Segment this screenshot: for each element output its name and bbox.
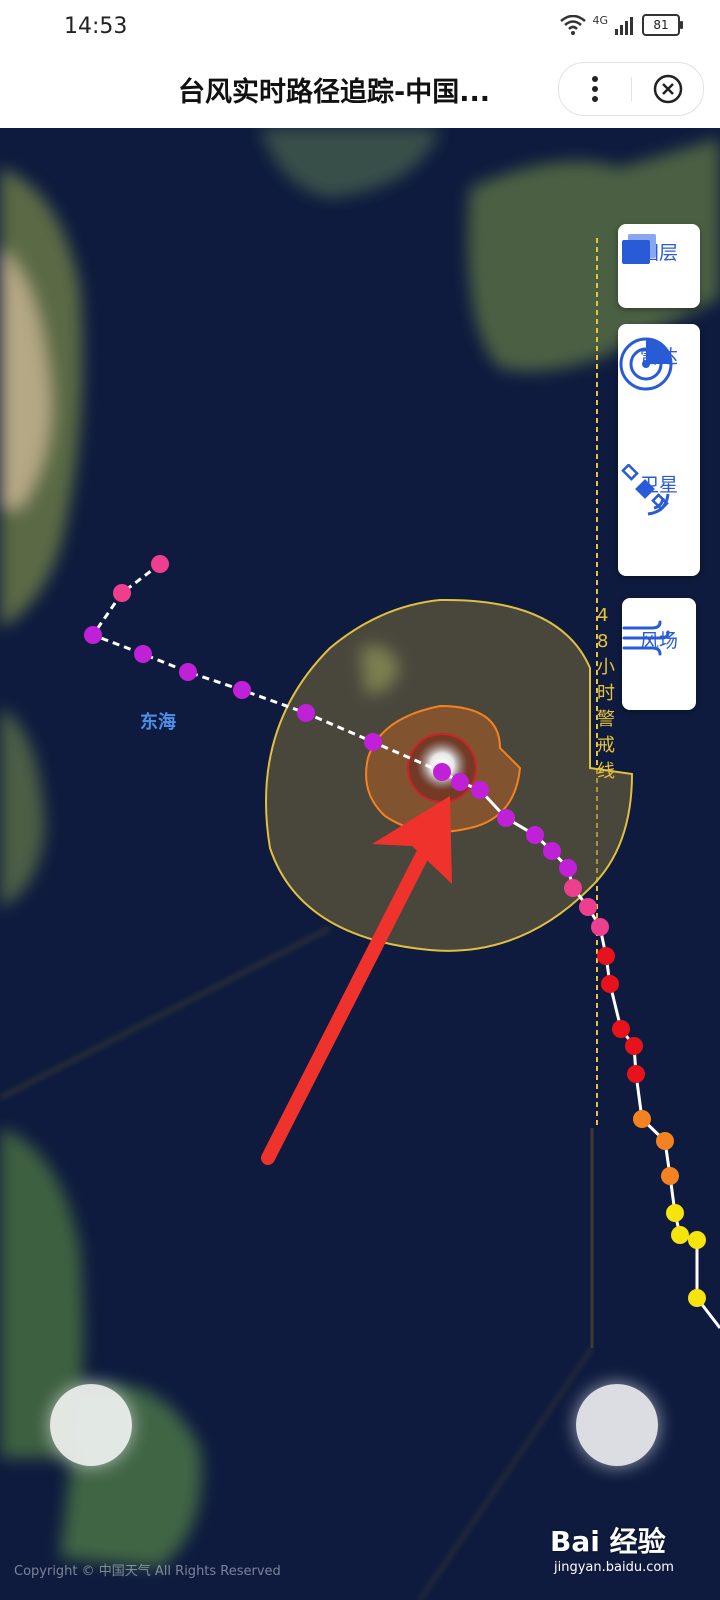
sea-label: 东海 xyxy=(140,712,176,733)
more-button[interactable] xyxy=(559,63,631,115)
status-bar: 14:53 4G 81 xyxy=(0,0,720,52)
close-button[interactable] xyxy=(632,63,703,115)
battery-indicator: 81 xyxy=(642,14,683,36)
wind-icon xyxy=(622,620,670,656)
close-circle-icon xyxy=(653,74,682,104)
network-type: 4G xyxy=(592,13,608,27)
status-time: 14:53 xyxy=(64,14,128,39)
map-copyright: Copyright © 中国天气 All Rights Reserved xyxy=(14,1564,281,1579)
more-dots-icon xyxy=(592,76,598,102)
signal-icon xyxy=(615,17,633,35)
layers-icon xyxy=(622,234,656,264)
watermark-main: Bai 经验 xyxy=(550,1525,666,1558)
tool-radar[interactable]: 雷达 xyxy=(618,336,700,391)
status-icons: 4G 81 xyxy=(560,12,683,38)
tool-wind[interactable]: 风场 xyxy=(622,620,696,656)
tool-layers[interactable]: 图层 xyxy=(618,232,700,265)
baidu-jingyan-watermark: Bai 经验 jingyan.baidu.com xyxy=(550,1520,674,1575)
page-title: 台风实时路径追踪-中国... xyxy=(178,77,490,108)
title-bar: 台风实时路径追踪-中国... xyxy=(0,52,720,128)
current-position-point[interactable] xyxy=(433,763,451,781)
wifi-icon xyxy=(560,15,587,35)
tool-satellite[interactable]: 卫星 xyxy=(618,464,700,516)
radar-satellite-panel: 雷达 卫星 xyxy=(618,324,700,576)
map-canvas[interactable] xyxy=(0,128,720,1600)
miniprogram-capsule xyxy=(558,62,704,116)
legend-button[interactable] xyxy=(576,1384,658,1466)
watermark-sub: jingyan.baidu.com xyxy=(554,1560,674,1575)
layers-panel: 图层 xyxy=(618,224,700,308)
radar-icon xyxy=(619,337,673,391)
satellite-icon xyxy=(621,464,670,516)
location-button[interactable] xyxy=(50,1384,132,1466)
typhoon-map[interactable]: 东海 48小时警戒线 图层 雷达 xyxy=(0,128,720,1600)
wind-panel: 风场 xyxy=(622,598,696,710)
warning-line-label: 48小时警戒线 xyxy=(597,605,615,782)
